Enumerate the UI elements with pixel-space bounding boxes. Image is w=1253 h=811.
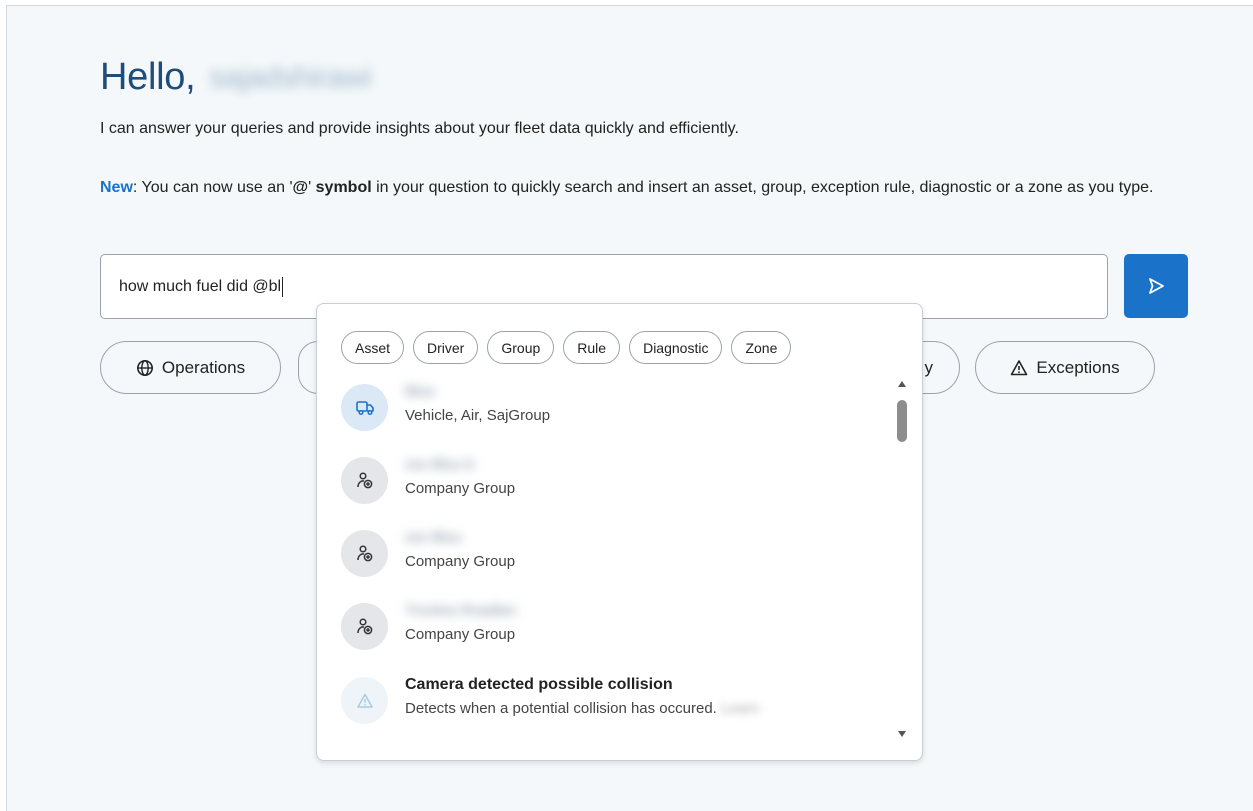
group-icon (356, 471, 372, 488)
warning-icon (356, 693, 373, 708)
text-caret (282, 276, 284, 297)
filter-driver[interactable]: Driver (413, 331, 479, 364)
dropdown-scrollbar[interactable] (895, 376, 909, 738)
item-subtitle: Company Group (405, 480, 516, 497)
rule-avatar (341, 677, 388, 724)
list-item[interactable]: sss Bluu b Company Group (341, 450, 871, 510)
greeting: Hello, sajadshirawi (100, 56, 371, 99)
group-icon (356, 617, 372, 634)
exceptions-chip[interactable]: Exceptions (975, 341, 1155, 394)
filter-asset[interactable]: Asset (341, 331, 405, 364)
item-title: Truckss Roadies (405, 602, 517, 619)
vehicle-avatar (341, 384, 388, 431)
scroll-thumb[interactable] (897, 400, 907, 442)
mention-dropdown: Asset Driver Group Rule Diagnostic Zone … (316, 303, 923, 761)
send-icon (1149, 278, 1164, 294)
list-item[interactable]: sss Bluu Company Group (341, 523, 871, 583)
scroll-up-icon[interactable] (897, 380, 907, 388)
item-subtitle: Company Group (405, 553, 516, 570)
user-name: sajadshirawi (209, 60, 371, 94)
group-avatar (341, 530, 388, 577)
item-title: Camera detected possible collision (405, 676, 673, 693)
operations-chip[interactable]: Operations (100, 341, 281, 394)
truck-icon (355, 400, 374, 415)
item-subtitle: Detects when a potential collision has o… (405, 700, 760, 717)
item-title: Bluu (405, 383, 436, 400)
scroll-down-icon[interactable] (897, 730, 907, 738)
filter-diagnostic[interactable]: Diagnostic (629, 331, 723, 364)
new-label: New (100, 179, 133, 196)
list-item[interactable]: Camera detected possible collision Detec… (341, 670, 871, 730)
group-avatar (341, 603, 388, 650)
send-button[interactable] (1124, 254, 1188, 318)
filter-chips: Asset Driver Group Rule Diagnostic Zone (341, 331, 792, 364)
item-title: sss Bluu (405, 529, 462, 546)
exceptions-label: Exceptions (1036, 357, 1120, 377)
item-subtitle: Vehicle, Air, SajGroup (405, 407, 551, 424)
list-item[interactable]: Bluu Vehicle, Air, SajGroup (341, 377, 871, 437)
filter-group[interactable]: Group (487, 331, 555, 364)
list-item[interactable]: Truckss Roadies Company Group (341, 596, 871, 656)
new-feature-note: New: You can now use an '@' symbol in yo… (100, 179, 1154, 196)
item-subtitle: Company Group (405, 626, 516, 643)
operations-label: Operations (161, 357, 246, 377)
group-avatar (341, 457, 388, 504)
warning-icon (1011, 359, 1028, 375)
filter-rule[interactable]: Rule (563, 331, 621, 364)
greeting-text: Hello, (100, 56, 196, 98)
item-subtitle-tail: Learn (721, 700, 760, 717)
item-title: sss Bluu b (405, 456, 475, 473)
filter-zone[interactable]: Zone (731, 331, 792, 364)
partial-chip-label: y (924, 357, 934, 377)
group-icon (356, 544, 372, 561)
globe-icon (136, 359, 153, 376)
intro-text: I can answer your queries and provide in… (100, 120, 739, 137)
query-value: how much fuel did @bl (119, 278, 282, 295)
